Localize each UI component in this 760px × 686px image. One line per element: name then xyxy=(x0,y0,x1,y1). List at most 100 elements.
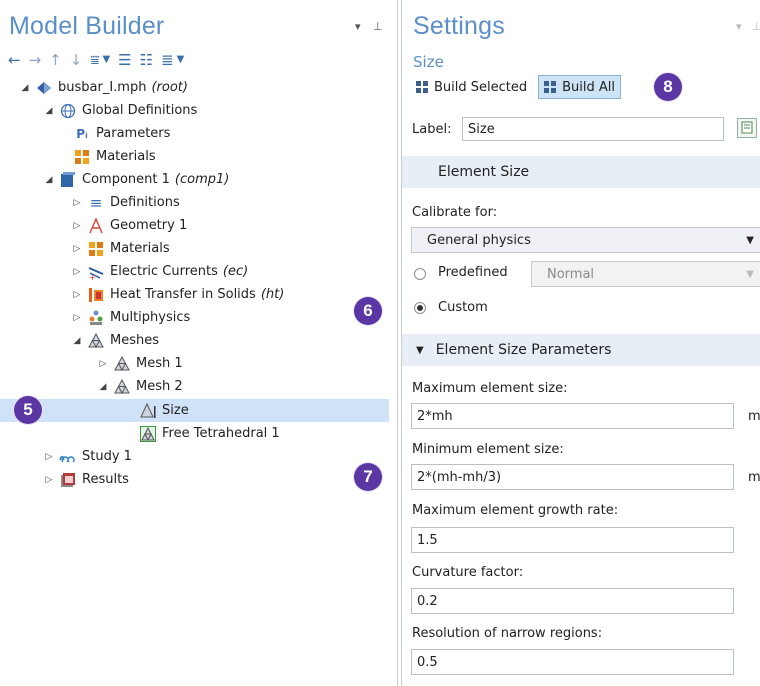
svg-text:+: + xyxy=(89,273,96,280)
tree-item-label: Materials xyxy=(110,241,170,256)
min-element-size-label: Minimum element size: xyxy=(412,442,564,457)
tree-item-label: Meshes xyxy=(110,333,159,348)
tree-item-component-1[interactable]: ◢ Component 1 (comp1) xyxy=(42,168,229,191)
electric-currents-icon: + xyxy=(87,264,105,280)
input-value: 2*(mh-mh/3) xyxy=(417,469,502,485)
expanded-triangle-icon[interactable]: ◢ xyxy=(42,106,56,116)
max-element-size-input[interactable]: 2*mh xyxy=(411,403,734,429)
tree-item-tag: (ec) xyxy=(222,264,249,279)
section-title: Element Size xyxy=(438,164,530,180)
panel-menu-icon[interactable]: ▾ xyxy=(355,20,361,33)
list-dropdown-icon[interactable]: ▼ xyxy=(177,51,185,69)
pin-icon[interactable]: ⊥ xyxy=(752,20,760,33)
build-all-button[interactable]: Build All xyxy=(538,75,622,99)
label-field[interactable]: Size xyxy=(462,117,724,141)
label-caption: Label: xyxy=(412,122,452,137)
filter-dropdown-icon[interactable]: ▼ xyxy=(102,51,110,69)
edit-label-icon[interactable] xyxy=(737,118,757,138)
tree-item-label: Definitions xyxy=(110,195,180,210)
tree-item-free-tetrahedral-1[interactable]: Free Tetrahedral 1 xyxy=(136,422,280,445)
build-selected-button[interactable]: Build Selected xyxy=(411,76,532,98)
input-value: 1.5 xyxy=(417,532,438,548)
tree-item-mesh-2[interactable]: ◢ Mesh 2 xyxy=(96,375,183,398)
collapsed-triangle-icon[interactable]: ▷ xyxy=(70,244,84,254)
tree-item-label: Results xyxy=(82,472,129,487)
materials-icon xyxy=(73,149,91,165)
unit-label: m xyxy=(748,470,760,485)
collapsed-triangle-icon[interactable]: ▷ xyxy=(70,290,84,300)
tree-item-study-1[interactable]: ▷ Study 1 xyxy=(42,445,132,468)
tree-item-global-definitions[interactable]: ◢ Global Definitions xyxy=(42,99,198,122)
max-element-size-label: Maximum element size: xyxy=(412,381,568,396)
tree-item-root[interactable]: ◢ busbar_I.mph (root) xyxy=(18,76,188,99)
tree-item-global-materials[interactable]: Materials xyxy=(70,145,156,168)
calibrate-for-select[interactable]: General physics ▼ xyxy=(411,227,760,253)
input-value: 2*mh xyxy=(417,408,453,424)
expanded-triangle-icon[interactable]: ◢ xyxy=(18,83,32,93)
collapsed-triangle-icon[interactable]: ▷ xyxy=(70,198,84,208)
tree-item-electric-currents[interactable]: ▷ + Electric Currents (ec) xyxy=(70,260,249,283)
callout-badge: 7 xyxy=(354,463,382,491)
expand-icon[interactable]: ☰ xyxy=(118,51,131,69)
up-arrow-icon[interactable]: ↑ xyxy=(49,51,62,69)
collapsed-triangle-icon[interactable]: ▷ xyxy=(42,475,56,485)
results-icon xyxy=(59,472,77,488)
tree-item-parameters[interactable]: Pᵢ Parameters xyxy=(70,122,170,145)
size-icon xyxy=(139,402,157,419)
forward-arrow-icon[interactable]: → xyxy=(29,51,42,69)
section-element-size[interactable]: Element Size xyxy=(402,156,760,188)
back-arrow-icon[interactable]: ← xyxy=(8,51,21,69)
predefined-select[interactable]: Normal ▼ xyxy=(531,261,760,287)
tree-item-label: Electric Currents xyxy=(110,264,218,279)
tree-item-size[interactable]: Size xyxy=(136,399,189,422)
narrow-regions-label: Resolution of narrow regions: xyxy=(412,626,603,641)
custom-radio[interactable] xyxy=(414,302,426,314)
settings-title: Settings xyxy=(413,12,505,40)
callout-badge: 5 xyxy=(14,396,42,424)
collapsed-triangle-icon[interactable]: ▷ xyxy=(42,452,56,462)
tree-item-geometry-1[interactable]: ▷ Geometry 1 xyxy=(70,214,187,237)
curvature-factor-label: Curvature factor: xyxy=(412,565,524,580)
max-growth-rate-label: Maximum element growth rate: xyxy=(412,503,619,518)
component-icon xyxy=(59,172,77,188)
parameters-icon: Pᵢ xyxy=(76,126,88,141)
expanded-triangle-icon[interactable]: ◢ xyxy=(70,336,84,346)
curvature-factor-input[interactable]: 0.2 xyxy=(411,588,734,614)
down-arrow-icon[interactable]: ↓ xyxy=(70,51,83,69)
min-element-size-input[interactable]: 2*(mh-mh/3) xyxy=(411,464,734,490)
tree-item-label: Geometry 1 xyxy=(110,218,188,233)
section-element-size-parameters[interactable]: ▼ Element Size Parameters xyxy=(402,334,760,366)
max-growth-rate-input[interactable]: 1.5 xyxy=(411,527,734,553)
tree-item-materials[interactable]: ▷ Materials xyxy=(70,237,170,260)
predefined-value: Normal xyxy=(547,266,595,282)
panel-menu-icon[interactable]: ▾ xyxy=(736,20,742,33)
unit-label: m xyxy=(748,409,760,424)
tree-item-mesh-1[interactable]: ▷ Mesh 1 xyxy=(96,352,183,375)
collapsed-triangle-icon[interactable]: ▷ xyxy=(96,359,110,369)
mesh-icon xyxy=(113,379,131,395)
model-builder-toolbar: ← → ↑ ↓ ⩸ ▼ ☰ ☷ ≣ ▼ xyxy=(8,50,184,70)
calibrate-for-value: General physics xyxy=(427,232,531,248)
calibrate-for-label: Calibrate for: xyxy=(412,205,498,220)
pin-icon[interactable]: ⊥ xyxy=(373,20,383,33)
tree-item-tag: (comp1) xyxy=(174,172,230,187)
predefined-radio[interactable] xyxy=(414,268,426,280)
tree-item-label: Free Tetrahedral 1 xyxy=(162,426,280,441)
tree-item-label: Parameters xyxy=(96,126,171,141)
tree-item-multiphysics[interactable]: ▷ Multiphysics xyxy=(70,306,190,329)
list-icon[interactable]: ≣ xyxy=(161,51,174,69)
narrow-regions-input[interactable]: 0.5 xyxy=(411,649,734,675)
tree-item-meshes[interactable]: ◢ Meshes xyxy=(70,329,159,352)
collapsed-triangle-icon[interactable]: ▷ xyxy=(70,221,84,231)
collapse-icon[interactable]: ☷ xyxy=(140,51,153,69)
collapsed-triangle-icon[interactable]: ▷ xyxy=(70,267,84,277)
build-all-label: Build All xyxy=(562,79,616,95)
tree-item-heat-transfer[interactable]: ▷ Heat Transfer in Solids (ht) xyxy=(70,283,285,306)
filter-icon[interactable]: ⩸ xyxy=(90,51,99,69)
tree-item-results[interactable]: ▷ Results xyxy=(42,468,129,491)
tree-item-label: Multiphysics xyxy=(110,310,191,325)
expanded-triangle-icon[interactable]: ◢ xyxy=(96,382,110,392)
collapsed-triangle-icon[interactable]: ▷ xyxy=(70,313,84,323)
tree-item-definitions[interactable]: ▷ ≡ Definitions xyxy=(70,191,180,214)
expanded-triangle-icon[interactable]: ◢ xyxy=(42,175,56,185)
